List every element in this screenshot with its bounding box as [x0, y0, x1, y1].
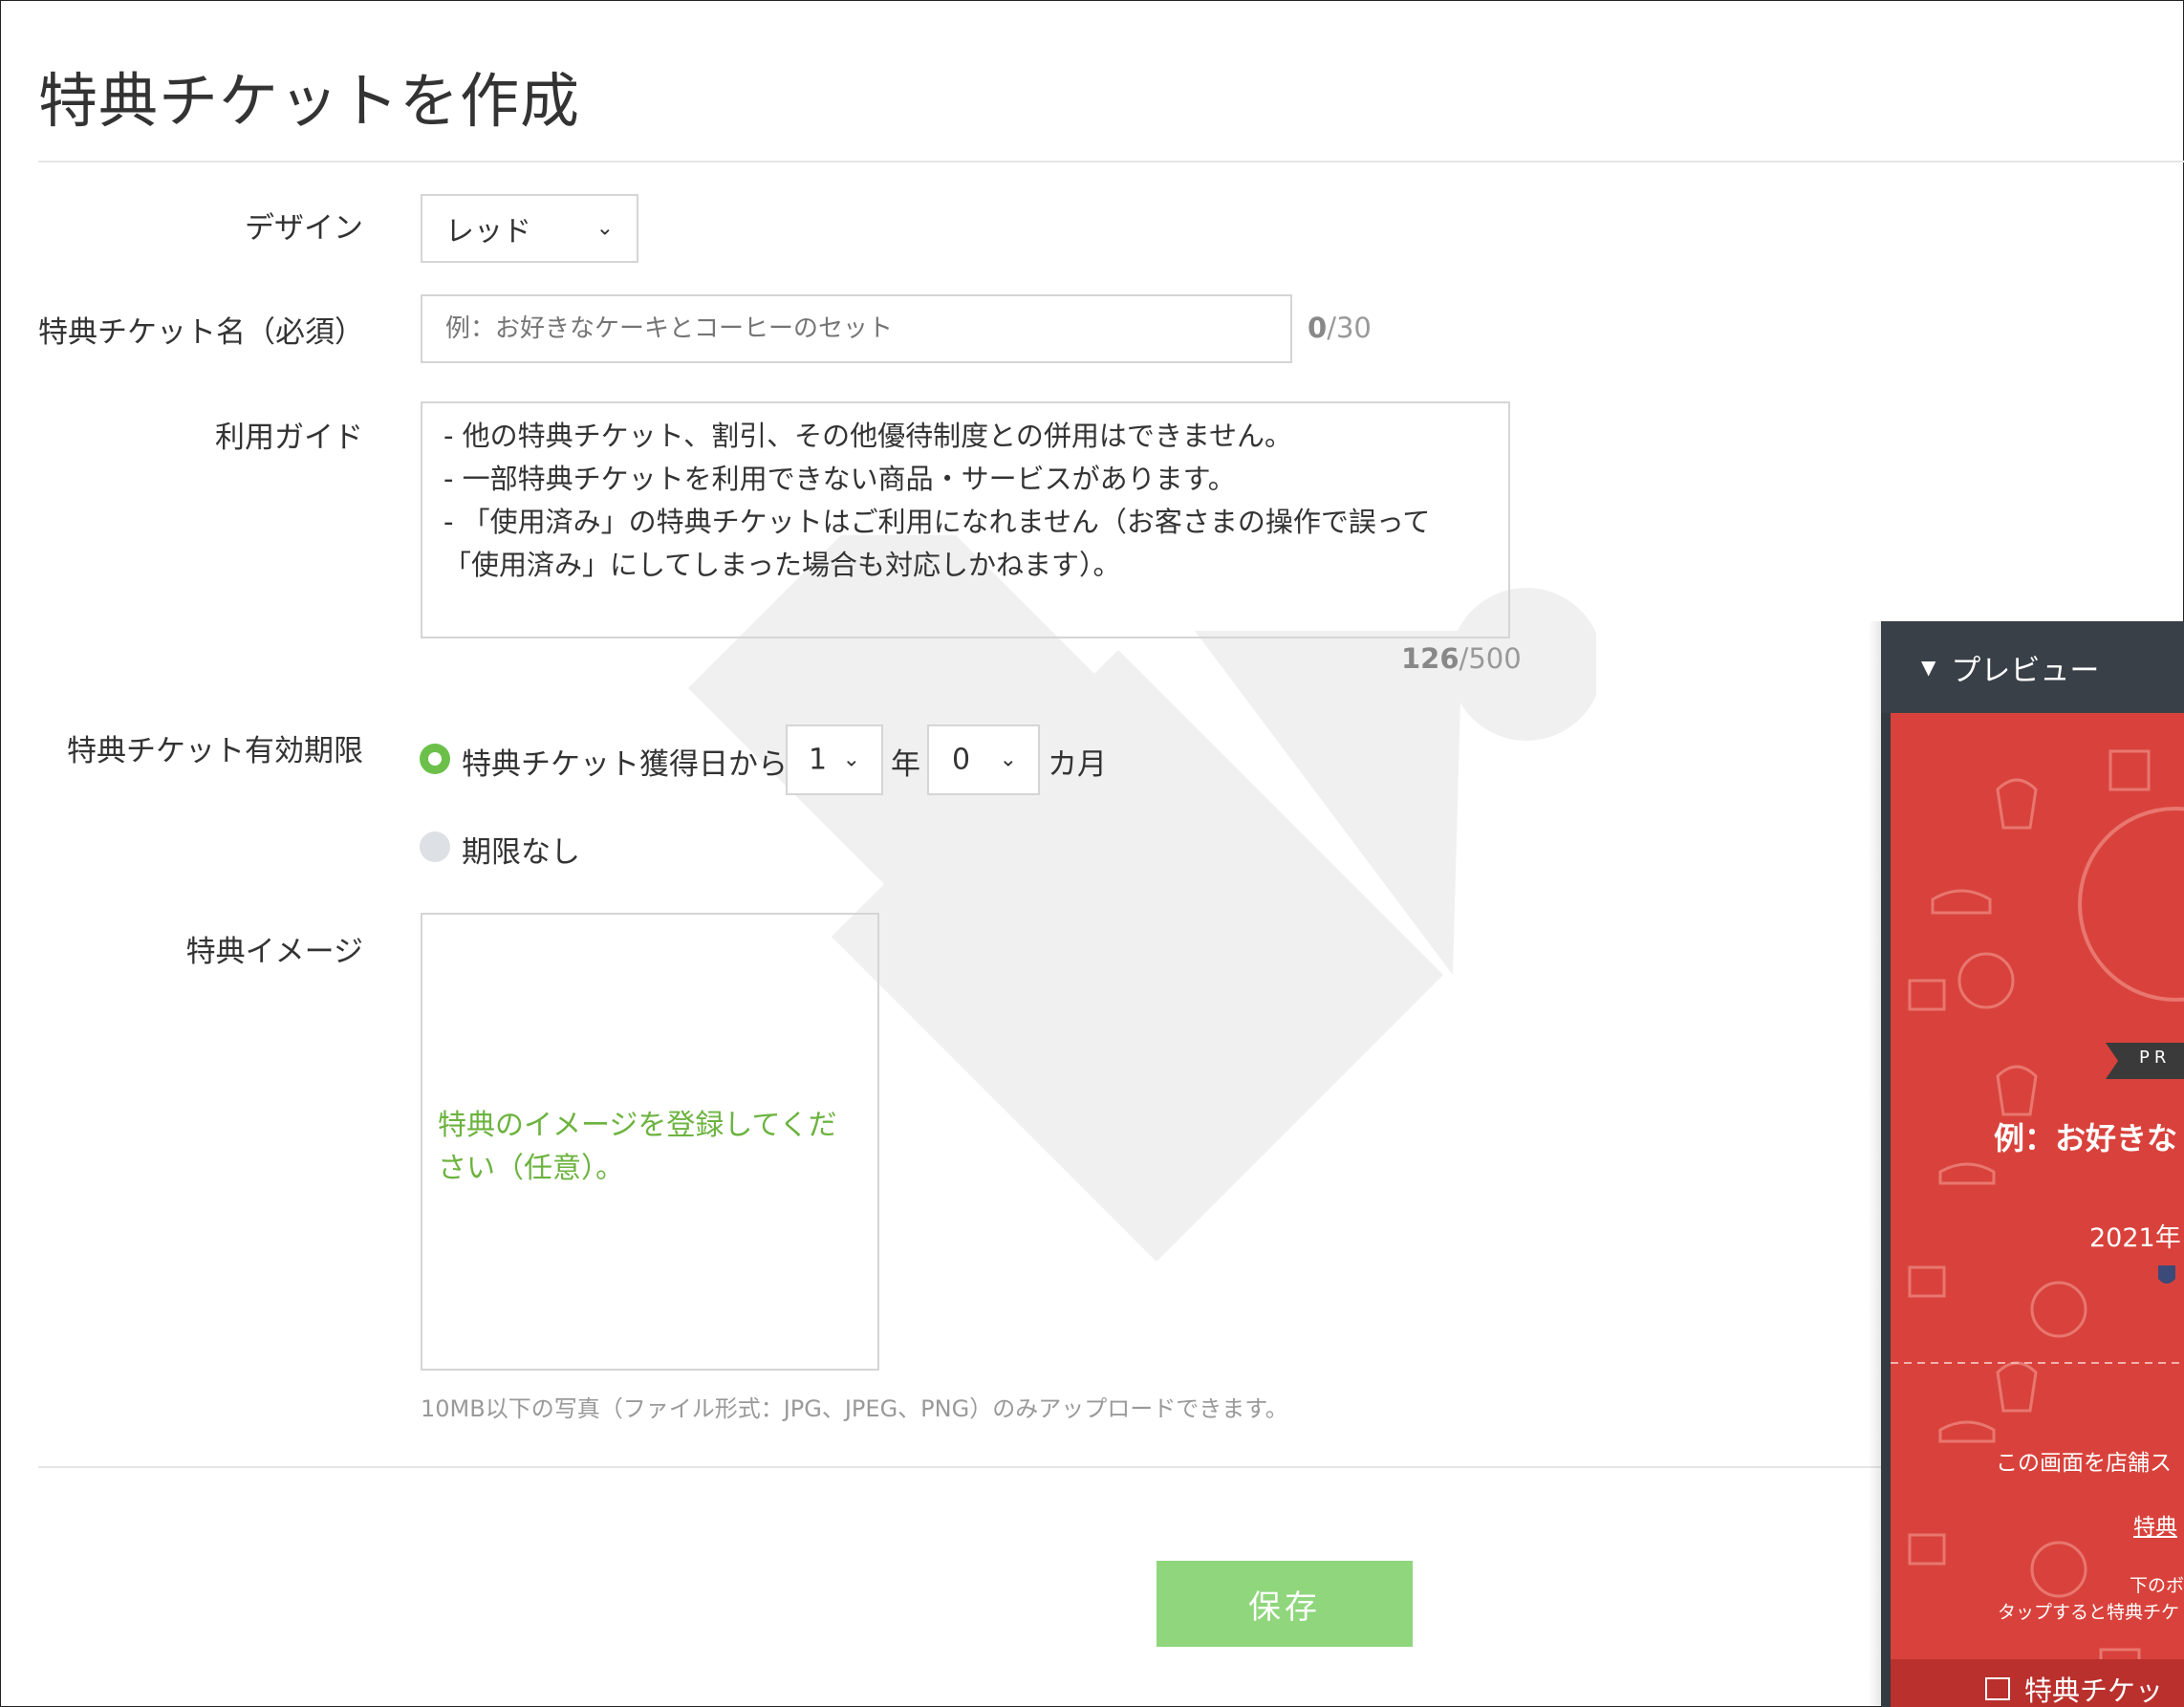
design-select[interactable]: レッド ⌄: [421, 194, 638, 263]
ticket-name-counter: 0/30: [1308, 312, 1372, 344]
page-title: 特典チケットを作成: [38, 66, 581, 136]
radio-from-acquired[interactable]: [420, 744, 450, 774]
usage-guide-label: 利用ガイド: [215, 421, 363, 455]
option-no-limit-label[interactable]: 期限なし: [462, 828, 580, 871]
preview-badge: PR: [2139, 1048, 2172, 1068]
chevron-down-icon: ⌄: [842, 747, 860, 772]
image-upload-area[interactable]: 特典のイメージを登録してください（任意）。: [421, 913, 879, 1371]
preview-shadow: [1869, 621, 1882, 1707]
image-label: 特典イメージ: [185, 935, 363, 969]
save-button[interactable]: 保存: [1157, 1561, 1413, 1647]
preview-ticket-card: PR 例：お好きな 2021年 この画面を店舗ス 特典 下のボ タップすると特典…: [1891, 713, 2184, 1707]
preview-title: プレビュー: [1951, 653, 2100, 688]
ticket-name-count: 0: [1308, 312, 1328, 344]
years-unit: 年: [891, 747, 920, 782]
ticket-name-input[interactable]: [421, 294, 1292, 363]
years-select-value: 1: [809, 743, 828, 777]
ticket-name-max: /30: [1327, 312, 1372, 344]
preview-small-line-1: 下のボ: [2130, 1575, 2184, 1596]
preview-bottom-bar[interactable]: 特典チケッ: [2024, 1669, 2163, 1707]
usage-guide-counter: 126/500: [1401, 642, 1522, 675]
months-select[interactable]: 0 ⌄: [927, 724, 1040, 795]
image-upload-note: 10MB以下の写真（ファイル形式：JPG、JPEG、PNG）のみアップロードでき…: [421, 1395, 1288, 1422]
years-select[interactable]: 1 ⌄: [786, 724, 883, 795]
preview-ticket-name: 例：お好きな: [1994, 1120, 2178, 1156]
window-frame: [0, 0, 2184, 1707]
preview-header[interactable]: ▼ プレビュー: [1881, 621, 2184, 713]
design-select-value: レッド: [445, 215, 531, 248]
radio-no-limit[interactable]: [420, 832, 450, 862]
option-from-acquired-label[interactable]: 特典チケット獲得日から: [462, 740, 788, 783]
preview-link: 特典: [2133, 1515, 2177, 1540]
preview-date: 2021年: [2089, 1223, 2181, 1253]
image-upload-message: 特典のイメージを登録してください（任意）。: [438, 1109, 837, 1185]
preview-small-line-2: タップすると特典チケ: [1998, 1602, 2180, 1623]
usage-guide-count: 126: [1401, 642, 1460, 675]
preview-panel: ▼ プレビュー PR 例：お好きな 2021年 この画面を店舗ス 特典 下のボ …: [1881, 621, 2184, 1707]
months-select-value: 0: [952, 743, 971, 777]
title-divider: [38, 161, 2184, 162]
footer-divider: [38, 1466, 1881, 1468]
ticket-name-label: 特典チケット名（必須）: [38, 315, 364, 350]
food-pattern: [1891, 749, 2184, 1707]
chevron-down-icon: ⌄: [595, 216, 614, 241]
usage-guide-max: /500: [1459, 642, 1522, 675]
preview-instruction: この画面を店舗ス: [1996, 1451, 2172, 1476]
design-label: デザイン: [245, 211, 363, 246]
months-unit: カ月: [1048, 747, 1107, 782]
chevron-down-icon: ⌄: [999, 747, 1017, 772]
validity-label: 特典チケット有効期限: [67, 734, 363, 768]
caret-down-icon: ▼: [1921, 656, 1936, 679]
usage-guide-textarea[interactable]: - 他の特典チケット、割引、その他優待制度との併用はできません。 - 一部特典チ…: [421, 401, 1510, 638]
